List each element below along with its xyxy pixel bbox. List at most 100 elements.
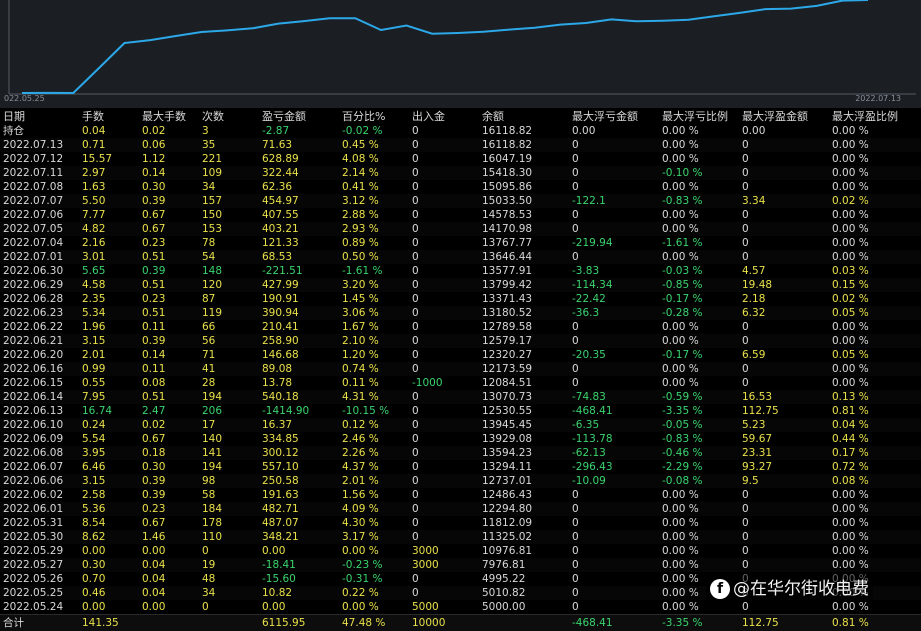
table-row[interactable]: 2022.06.21 3.15 0.39 56 258.90 2.10 % 0 12579.1…: [0, 334, 921, 348]
cell-count: 78: [202, 237, 216, 249]
cell-max-float-profit-pct: 0.08 %: [832, 475, 869, 487]
cell-max-float-loss: -113.78: [572, 433, 613, 445]
cell-max-float-profit-pct: 0.00 %: [832, 503, 869, 515]
table-row[interactable]: 2022.06.14 7.95 0.51 194 540.18 4.31 % 0 13070.…: [0, 390, 921, 404]
cell-balance: 12789.58: [482, 321, 533, 333]
cell-balance: 13945.45: [482, 419, 533, 431]
table-row[interactable]: 2022.07.13 0.71 0.06 35 71.63 0.45 % 0 16118.82…: [0, 138, 921, 152]
cell-max-lots: 0.06: [142, 139, 166, 151]
cell-lots: 5.54: [82, 433, 106, 445]
cell-max-float-loss: 0: [572, 601, 579, 613]
cell-max-float-profit-pct: 0.00 %: [832, 335, 869, 347]
table-row[interactable]: 2022.07.12 15.57 1.12 221 628.89 4.08 % 0 16047…: [0, 152, 921, 166]
table-row-open-positions[interactable]: 持仓 0.04 0.02 3 -2.87 -0.02 % 0 16118.82 0.00 0.00…: [0, 124, 921, 138]
cell-max-lots: 0.23: [142, 237, 166, 249]
cell-max-float-loss-pct: 0.00 %: [662, 125, 699, 137]
cell-balance: 12173.59: [482, 363, 533, 375]
table-row[interactable]: 2022.07.11 2.97 0.14 109 322.44 2.14 % 0 15418.…: [0, 166, 921, 180]
daily-stats-table: 日期 手数 最大手数 次数 盈亏金额 百分比% 出入金 余额 最大浮亏金额 最大浮亏比例 最大浮盈金…: [0, 109, 921, 631]
table-row[interactable]: 2022.06.22 1.96 0.11 66 210.41 1.67 % 0 12789.5…: [0, 320, 921, 334]
cell-lots: 0.30: [82, 559, 106, 571]
cell-count: 120: [202, 279, 223, 291]
table-row[interactable]: 2022.05.24 0.00 0.00 0 0.00 0.00 % 5000 5000.00…: [0, 600, 921, 614]
header-max-lots[interactable]: 最大手数: [142, 109, 186, 124]
table-row[interactable]: 2022.06.02 2.58 0.39 58 191.63 1.56 % 0 12486.4…: [0, 488, 921, 502]
cell-date: 2022.06.14: [3, 391, 64, 403]
header-max-float-profit[interactable]: 最大浮盈金额: [742, 109, 808, 124]
cell-cash-flow: 0: [412, 279, 419, 291]
header-pnl[interactable]: 盈亏金额: [262, 109, 306, 124]
table-row[interactable]: 2022.05.27 0.30 0.04 19 -18.41 -0.23 % 3000 797…: [0, 558, 921, 572]
table-row[interactable]: 2022.06.13 16.74 2.47 206 -1414.90 -10.15 % 0 1…: [0, 404, 921, 418]
cell-max-float-loss: -114.34: [572, 279, 613, 291]
cell-lots: 0.70: [82, 573, 106, 585]
cell-date: 2022.06.23: [3, 307, 64, 319]
cell-date: 2022.06.09: [3, 433, 64, 445]
cell-cash-flow: 3000: [412, 545, 439, 557]
header-pct[interactable]: 百分比%: [342, 109, 385, 124]
table-row[interactable]: 2022.06.23 5.34 0.51 119 390.94 3.06 % 0 13180.…: [0, 306, 921, 320]
header-balance[interactable]: 余额: [482, 109, 504, 124]
cell-pct: 2.14 %: [342, 167, 379, 179]
table-row[interactable]: 2022.06.06 3.15 0.39 98 250.58 2.01 % 0 12737.0…: [0, 474, 921, 488]
table-row[interactable]: 2022.06.08 3.95 0.18 141 300.12 2.26 % 0 13594.…: [0, 446, 921, 460]
table-row[interactable]: 2022.06.01 5.36 0.23 184 482.71 4.09 % 0 12294.…: [0, 502, 921, 516]
cell-lots: 5.36: [82, 503, 106, 515]
table-row[interactable]: 2022.06.20 2.01 0.14 71 146.68 1.20 % 0 12320.2…: [0, 348, 921, 362]
cell-max-float-loss: 0: [572, 531, 579, 543]
cell-max-float-loss-pct: 0.00 %: [662, 531, 699, 543]
cell-max-float-loss: -6.35: [572, 419, 600, 431]
cell-count: 157: [202, 195, 223, 207]
table-row[interactable]: 2022.05.30 8.62 1.46 110 348.21 3.17 % 0 11325.…: [0, 530, 921, 544]
table-row[interactable]: 2022.07.01 3.01 0.51 54 68.53 0.50 % 0 13646.44…: [0, 250, 921, 264]
cell-max-lots: 1.46: [142, 531, 166, 543]
table-row[interactable]: 2022.07.06 7.77 0.67 150 407.55 2.88 % 0 14578.…: [0, 208, 921, 222]
cell-pnl: 16.37: [262, 419, 293, 431]
cell-lots: 7.95: [82, 391, 106, 403]
cell-max-float-profit-pct: 0.17 %: [832, 447, 869, 459]
header-cash-flow[interactable]: 出入金: [412, 109, 445, 124]
cell-balance: 11325.02: [482, 531, 533, 543]
cell-pct: 1.20 %: [342, 349, 379, 361]
header-lots[interactable]: 手数: [82, 109, 104, 124]
header-count[interactable]: 次数: [202, 109, 224, 124]
cell-balance: 13294.11: [482, 461, 533, 473]
cell-max-float-loss: 0: [572, 181, 579, 193]
cell-max-float-loss-pct: 0.00 %: [662, 153, 699, 165]
table-row[interactable]: 2022.07.08 1.63 0.30 34 62.36 0.41 % 0 15095.86…: [0, 180, 921, 194]
cell-cash-flow: 0: [412, 237, 419, 249]
cell-cash-flow: 0: [412, 321, 419, 333]
cell-max-float-profit-pct: 0.15 %: [832, 279, 869, 291]
header-max-float-loss-pct[interactable]: 最大浮亏比例: [662, 109, 728, 124]
header-date[interactable]: 日期: [3, 109, 25, 124]
table-row[interactable]: 2022.06.10 0.24 0.02 17 16.37 0.12 % 0 13945.45…: [0, 418, 921, 432]
cell-pct: 0.41 %: [342, 181, 379, 193]
cell-balance: 16118.82: [482, 125, 533, 137]
table-row[interactable]: 2022.06.16 0.99 0.11 41 89.08 0.74 % 0 12173.59…: [0, 362, 921, 376]
cell-pnl: 427.99: [262, 279, 299, 291]
cell-pnl: 540.18: [262, 391, 299, 403]
header-max-float-loss[interactable]: 最大浮亏金额: [572, 109, 638, 124]
table-header: 日期 手数 最大手数 次数 盈亏金额 百分比% 出入金 余额 最大浮亏金额 最大浮亏比例 最大浮盈金…: [0, 109, 921, 124]
cell-cash-flow: 0: [412, 265, 419, 277]
equity-chart-panel: 022.05.25 2022.07.13: [0, 0, 921, 108]
table-row[interactable]: 2022.05.31 8.54 0.67 178 487.07 4.30 % 0 11812.…: [0, 516, 921, 530]
cell-max-float-profit: 0: [742, 223, 749, 235]
cell-max-float-profit-pct: 0.44 %: [832, 433, 869, 445]
table-row[interactable]: 2022.06.15 0.55 0.08 28 13.78 0.11 % -1000 1208…: [0, 376, 921, 390]
table-row[interactable]: 2022.06.09 5.54 0.67 140 334.85 2.46 % 0 13929.…: [0, 432, 921, 446]
table-row[interactable]: 2022.07.04 2.16 0.23 78 121.33 0.89 % 0 13767.7…: [0, 236, 921, 250]
cell-date: 2022.07.11: [3, 167, 64, 179]
table-row[interactable]: 2022.07.07 5.50 0.39 157 454.97 3.12 % 0 15033.…: [0, 194, 921, 208]
header-max-float-profit-pct[interactable]: 最大浮盈比例: [832, 109, 898, 124]
table-row[interactable]: 2022.06.30 5.65 0.39 148 -221.51 -1.61 % 0 1357…: [0, 264, 921, 278]
cell-max-float-loss-pct: -0.17 %: [662, 349, 703, 361]
cell-max-lots: 0.11: [142, 321, 166, 333]
table-row[interactable]: 2022.06.28 2.35 0.23 87 190.91 1.45 % 0 13371.4…: [0, 292, 921, 306]
cell-max-lots: 0.51: [142, 251, 166, 263]
table-row[interactable]: 2022.07.05 4.82 0.67 153 403.21 2.93 % 0 14170.…: [0, 222, 921, 236]
table-row[interactable]: 2022.06.29 4.58 0.51 120 427.99 3.20 % 0 13799.…: [0, 278, 921, 292]
table-row[interactable]: 2022.06.07 6.46 0.30 194 557.10 4.37 % 0 13294.…: [0, 460, 921, 474]
cell-max-float-loss-pct: 0.00 %: [662, 251, 699, 263]
table-row[interactable]: 2022.05.29 0.00 0.00 0 0.00 0.00 % 3000 10976.8…: [0, 544, 921, 558]
